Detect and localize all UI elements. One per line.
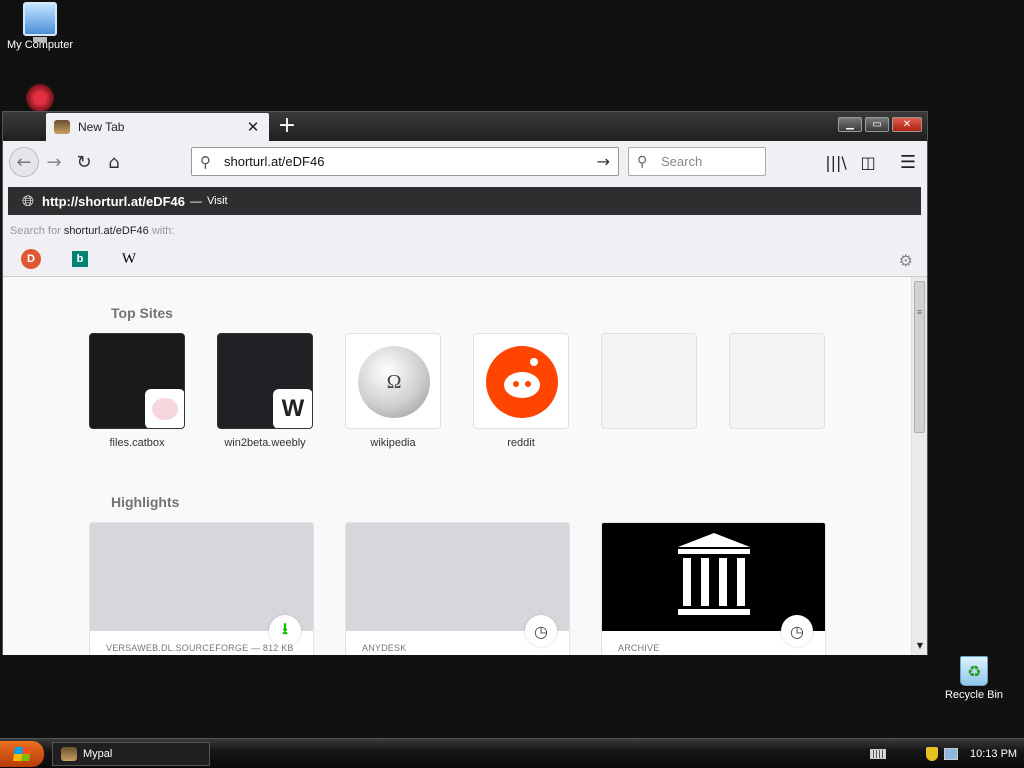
new-tab-button[interactable]: + — [275, 114, 299, 138]
catbox-icon — [145, 389, 184, 428]
url-input[interactable]: shorturl.at/eDF46 — [220, 154, 597, 169]
visit-label: Visit — [207, 195, 228, 207]
highlight-caption: VERSAWEB.DL.SOURCEFORGE — 812 KB — [106, 643, 294, 653]
taskbar-item-mypal[interactable]: Mypal — [52, 742, 210, 766]
start-button[interactable] — [0, 741, 44, 767]
wikipedia-globe-icon: Ω — [358, 346, 430, 418]
browser-window: New Tab ✕ + ▁ ▭ ✕ ← → ↻ ⌂ ⚲ shorturl.at/… — [2, 111, 928, 655]
desktop-icon-label: Recycle Bin — [944, 689, 1004, 701]
wikipedia-icon[interactable]: W — [119, 249, 139, 269]
reload-button[interactable]: ↻ — [69, 147, 99, 177]
menu-button[interactable]: ☰ — [893, 147, 923, 177]
back-button[interactable]: ← — [9, 147, 39, 177]
highlight-caption: ARCHIVE — [618, 643, 660, 653]
highlight-card-archive[interactable]: ◷ ARCHIVE — [601, 522, 826, 655]
url-suggestion-popup: 🌐︎ http://shorturl.at/eDF46 — Visit Sear… — [3, 183, 927, 277]
top-sites-title: Top Sites — [111, 305, 173, 321]
top-site-tile-wikipedia[interactable]: Ω — [345, 333, 441, 429]
search-for-suffix: with: — [151, 225, 175, 237]
top-site-tile-reddit[interactable] — [473, 333, 569, 429]
close-tab-icon[interactable]: ✕ — [245, 118, 261, 136]
scroll-down-arrow-icon[interactable]: ▼ — [913, 639, 927, 653]
taskbar-item-label: Mypal — [83, 748, 113, 760]
highlight-card-anydesk[interactable]: ◷ ANYDESK — [345, 522, 570, 655]
minimize-button[interactable]: ▁ — [838, 117, 862, 132]
tab-title: New Tab — [78, 120, 125, 134]
top-site-tile-catbox[interactable] — [89, 333, 185, 429]
search-for-prefix: Search for — [10, 225, 61, 237]
top-site-tile-empty[interactable] — [729, 333, 825, 429]
url-bar[interactable]: ⚲ shorturl.at/eDF46 → — [191, 147, 619, 176]
weebly-icon: W — [273, 389, 312, 428]
search-for-label: Search for shorturl.at/eDF46 with: — [10, 225, 174, 237]
visit-suggestion[interactable]: 🌐︎ http://shorturl.at/eDF46 — Visit — [8, 187, 921, 215]
search-for-query: shorturl.at/eDF46 — [63, 225, 149, 237]
highlight-card-versaweb[interactable]: ⭳ VERSAWEB.DL.SOURCEFORGE — 812 KB — [89, 522, 314, 655]
go-arrow-icon[interactable]: → — [597, 152, 610, 171]
clock-icon: ◷ — [525, 615, 557, 647]
scrollbar-thumb[interactable]: ≡ — [914, 281, 925, 433]
clock[interactable]: 10:13 PM — [970, 748, 1017, 760]
tab-strip: New Tab ✕ + ▁ ▭ ✕ — [3, 112, 927, 141]
highlight-caption: ANYDESK — [362, 643, 407, 653]
windows-logo-icon — [13, 747, 31, 761]
bing-icon[interactable]: b — [72, 251, 88, 267]
duckduckgo-icon[interactable]: D — [21, 249, 41, 269]
home-button[interactable]: ⌂ — [99, 147, 129, 177]
vertical-scrollbar[interactable]: ≡ ▼ — [911, 277, 927, 655]
sidebar-button[interactable]: ◫ — [853, 147, 883, 177]
search-input[interactable]: Search — [657, 154, 702, 169]
visit-url: http://shorturl.at/eDF46 — [42, 193, 186, 209]
top-site-label: win2beta.weebly — [224, 437, 306, 449]
visit-separator: — — [190, 194, 203, 208]
search-icon: ⚲ — [637, 153, 648, 170]
recycle-bin-icon — [960, 656, 988, 686]
top-site-label: wikipedia — [370, 437, 416, 449]
desktop-icon-my-computer[interactable]: My Computer — [0, 2, 80, 51]
navigation-toolbar: ← → ↻ ⌂ ⚲ shorturl.at/eDF46 → ⚲ Search |… — [3, 141, 927, 183]
search-engine-list: D b W — [21, 249, 170, 269]
globe-icon: 🌐︎ — [22, 192, 35, 210]
security-shield-icon[interactable] — [926, 747, 938, 761]
search-icon: ⚲ — [200, 152, 211, 171]
taskbar: Mypal 10:13 PM — [0, 738, 1024, 768]
network-icon[interactable] — [944, 748, 958, 760]
search-bar[interactable]: ⚲ Search — [628, 147, 766, 176]
top-site-label: files.catbox — [109, 437, 165, 449]
top-site-tile-weebly[interactable]: W — [217, 333, 313, 429]
reddit-icon — [486, 346, 558, 418]
top-site-tile-empty[interactable] — [601, 333, 697, 429]
top-site-label: reddit — [507, 437, 535, 449]
close-window-button[interactable]: ✕ — [892, 117, 922, 132]
system-tray: 10:13 PM — [870, 739, 1017, 768]
new-tab-page: Top Sites files.catbox W win2beta.weebly… — [3, 277, 911, 655]
archive-logo-icon — [678, 533, 750, 617]
mypal-icon — [61, 747, 77, 761]
forward-button[interactable]: → — [39, 147, 69, 177]
gear-icon[interactable]: ⚙ — [899, 251, 913, 270]
clock-icon: ◷ — [781, 615, 813, 647]
computer-icon — [23, 2, 57, 42]
library-button[interactable]: |||\ — [821, 147, 851, 177]
maximize-button[interactable]: ▭ — [865, 117, 889, 132]
app-icon — [26, 84, 54, 112]
keyboard-icon[interactable] — [870, 749, 886, 759]
tab-new-tab[interactable]: New Tab ✕ — [46, 113, 269, 141]
mypal-favicon-icon — [54, 120, 70, 134]
highlights-title: Highlights — [111, 494, 180, 510]
desktop-icon-recycle-bin[interactable]: Recycle Bin — [934, 656, 1014, 701]
